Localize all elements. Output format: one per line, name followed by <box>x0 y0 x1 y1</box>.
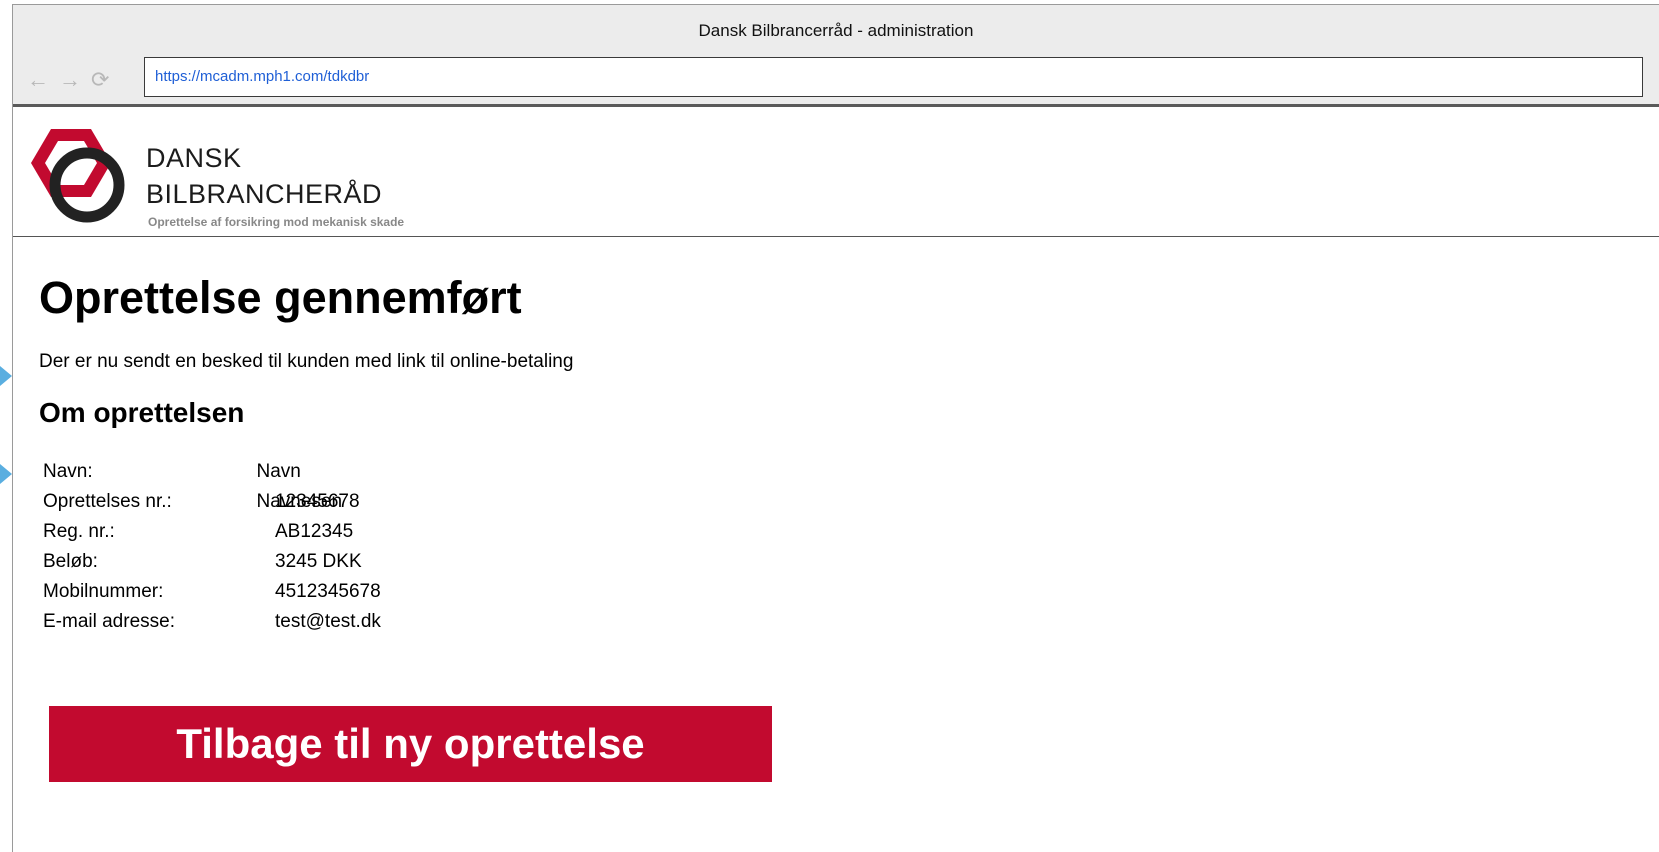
detail-label: Navn: <box>43 461 93 482</box>
detail-row: E-mail adresse: test@test.dk <box>43 607 381 637</box>
tagline: Oprettelse af forsikring mod mekanisk sk… <box>148 215 405 229</box>
brand-name: DANSK BILBRANCHERÅD <box>146 140 382 212</box>
details-table: Navn: Navn Navnesen Oprettelses nr.: 123… <box>43 457 381 637</box>
detail-value: AB12345 <box>275 521 354 542</box>
detail-value: Navn Navnesen <box>256 461 343 512</box>
detail-row: Oprettelses nr.: 12345678 <box>43 487 381 517</box>
detail-label: E-mail adresse: <box>43 611 175 632</box>
back-arrow-icon[interactable]: ← <box>27 69 49 91</box>
detail-value: 12345678 <box>275 491 360 512</box>
forward-arrow-icon[interactable]: → <box>59 69 81 91</box>
detail-row: Reg. nr.: AB12345 <box>43 517 381 547</box>
detail-value: 4512345678 <box>275 581 381 602</box>
window-title: Dansk Bilbrancerråd - administration <box>698 21 974 40</box>
browser-chrome: Dansk Bilbrancerråd - administration ← →… <box>13 5 1659 107</box>
back-to-new-registration-button[interactable]: Tilbage til ny oprettelse <box>49 706 772 782</box>
detail-row: Mobilnummer: 4512345678 <box>43 577 381 607</box>
reload-icon[interactable]: ⟳ <box>91 69 109 91</box>
page-title: Oprettelse gennemført <box>39 272 522 323</box>
detail-value: 3245 DKK <box>275 551 362 572</box>
detail-label: Oprettelses nr.: <box>43 491 172 512</box>
section-title: Om oprettelsen <box>39 397 245 428</box>
detail-value: test@test.dk <box>275 611 381 632</box>
detail-label: Reg. nr.: <box>43 521 115 542</box>
dbr-logo-icon <box>31 129 125 223</box>
site-header: DANSK BILBRANCHERÅD Oprettelse af forsik… <box>13 107 1659 237</box>
detail-row: Beløb: 3245 DKK <box>43 547 381 577</box>
detail-row: Navn: Navn Navnesen <box>43 457 381 512</box>
confirmation-message: Der er nu sendt en besked til kunden med… <box>39 351 574 372</box>
address-bar[interactable]: https://mcadm.mph1.com/tdkdbr <box>144 57 1643 97</box>
brand-line-1: DANSK <box>146 143 242 173</box>
edge-arrow-marker <box>0 464 12 484</box>
edge-arrow-marker <box>0 366 12 386</box>
detail-label: Beløb: <box>43 551 98 572</box>
nav-buttons: ← → ⟳ <box>27 67 109 93</box>
detail-label: Mobilnummer: <box>43 581 164 602</box>
brand-line-2: BILBRANCHERÅD <box>146 179 383 209</box>
